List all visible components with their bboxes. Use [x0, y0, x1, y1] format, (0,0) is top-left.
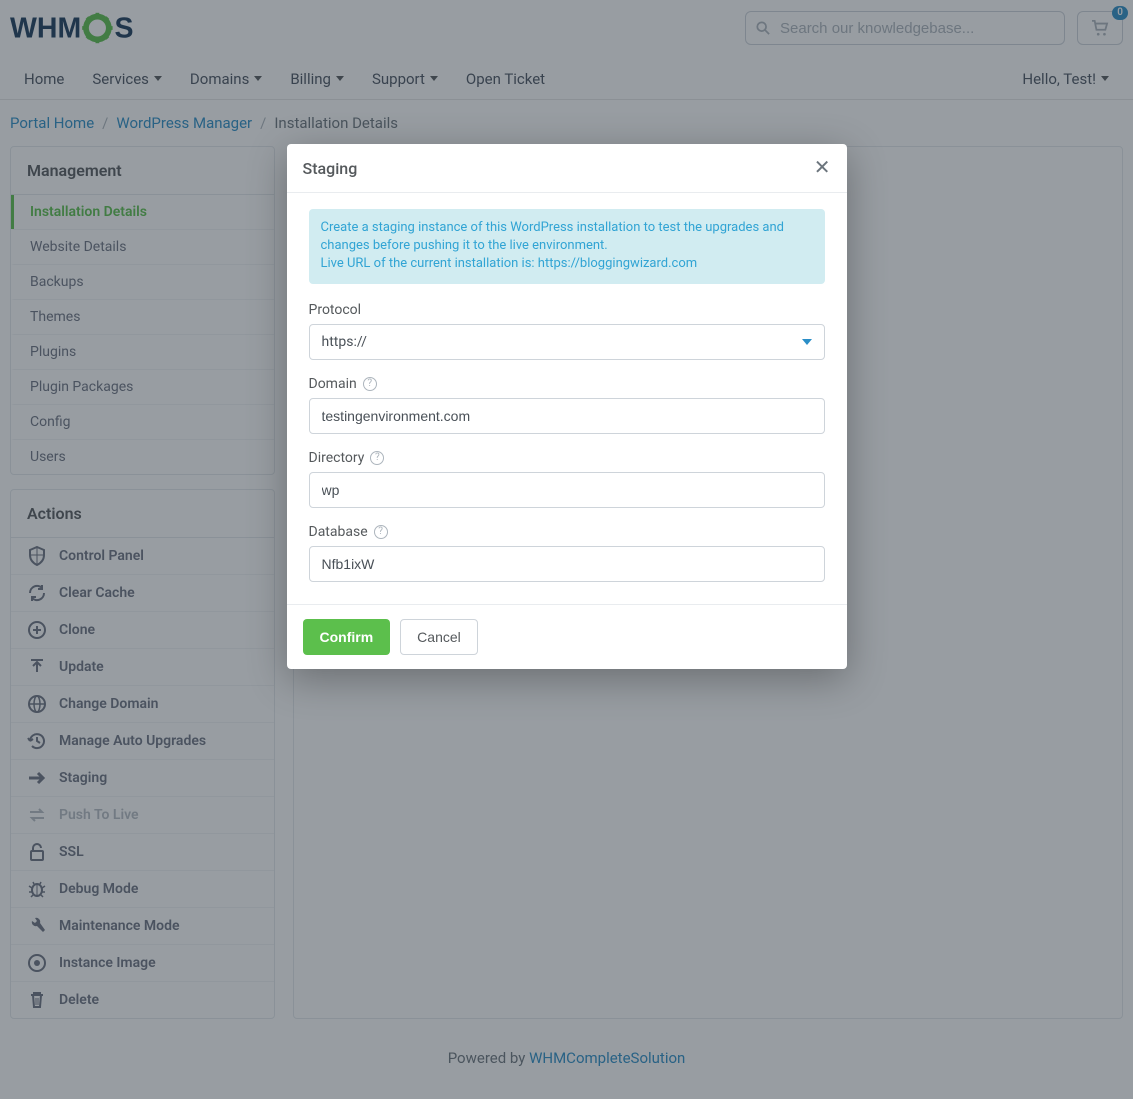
database-input[interactable]: [309, 546, 825, 582]
database-label: Database: [309, 524, 368, 540]
chevron-down-icon: [802, 339, 812, 345]
modal-title: Staging: [303, 159, 358, 178]
protocol-label: Protocol: [309, 302, 825, 318]
protocol-select[interactable]: https://: [309, 324, 825, 360]
help-icon[interactable]: ?: [363, 377, 377, 391]
directory-label: Directory: [309, 450, 365, 466]
modal-info-alert: Create a staging instance of this WordPr…: [309, 209, 825, 284]
help-icon[interactable]: ?: [374, 525, 388, 539]
directory-input[interactable]: [309, 472, 825, 508]
close-icon[interactable]: ✕: [814, 158, 831, 178]
domain-input[interactable]: [309, 398, 825, 434]
modal-overlay[interactable]: Staging ✕ Create a staging instance of t…: [0, 0, 1133, 1099]
help-icon[interactable]: ?: [370, 451, 384, 465]
confirm-button[interactable]: Confirm: [303, 619, 391, 655]
cancel-button[interactable]: Cancel: [400, 619, 478, 655]
staging-modal: Staging ✕ Create a staging instance of t…: [287, 144, 847, 669]
domain-label: Domain: [309, 376, 357, 392]
